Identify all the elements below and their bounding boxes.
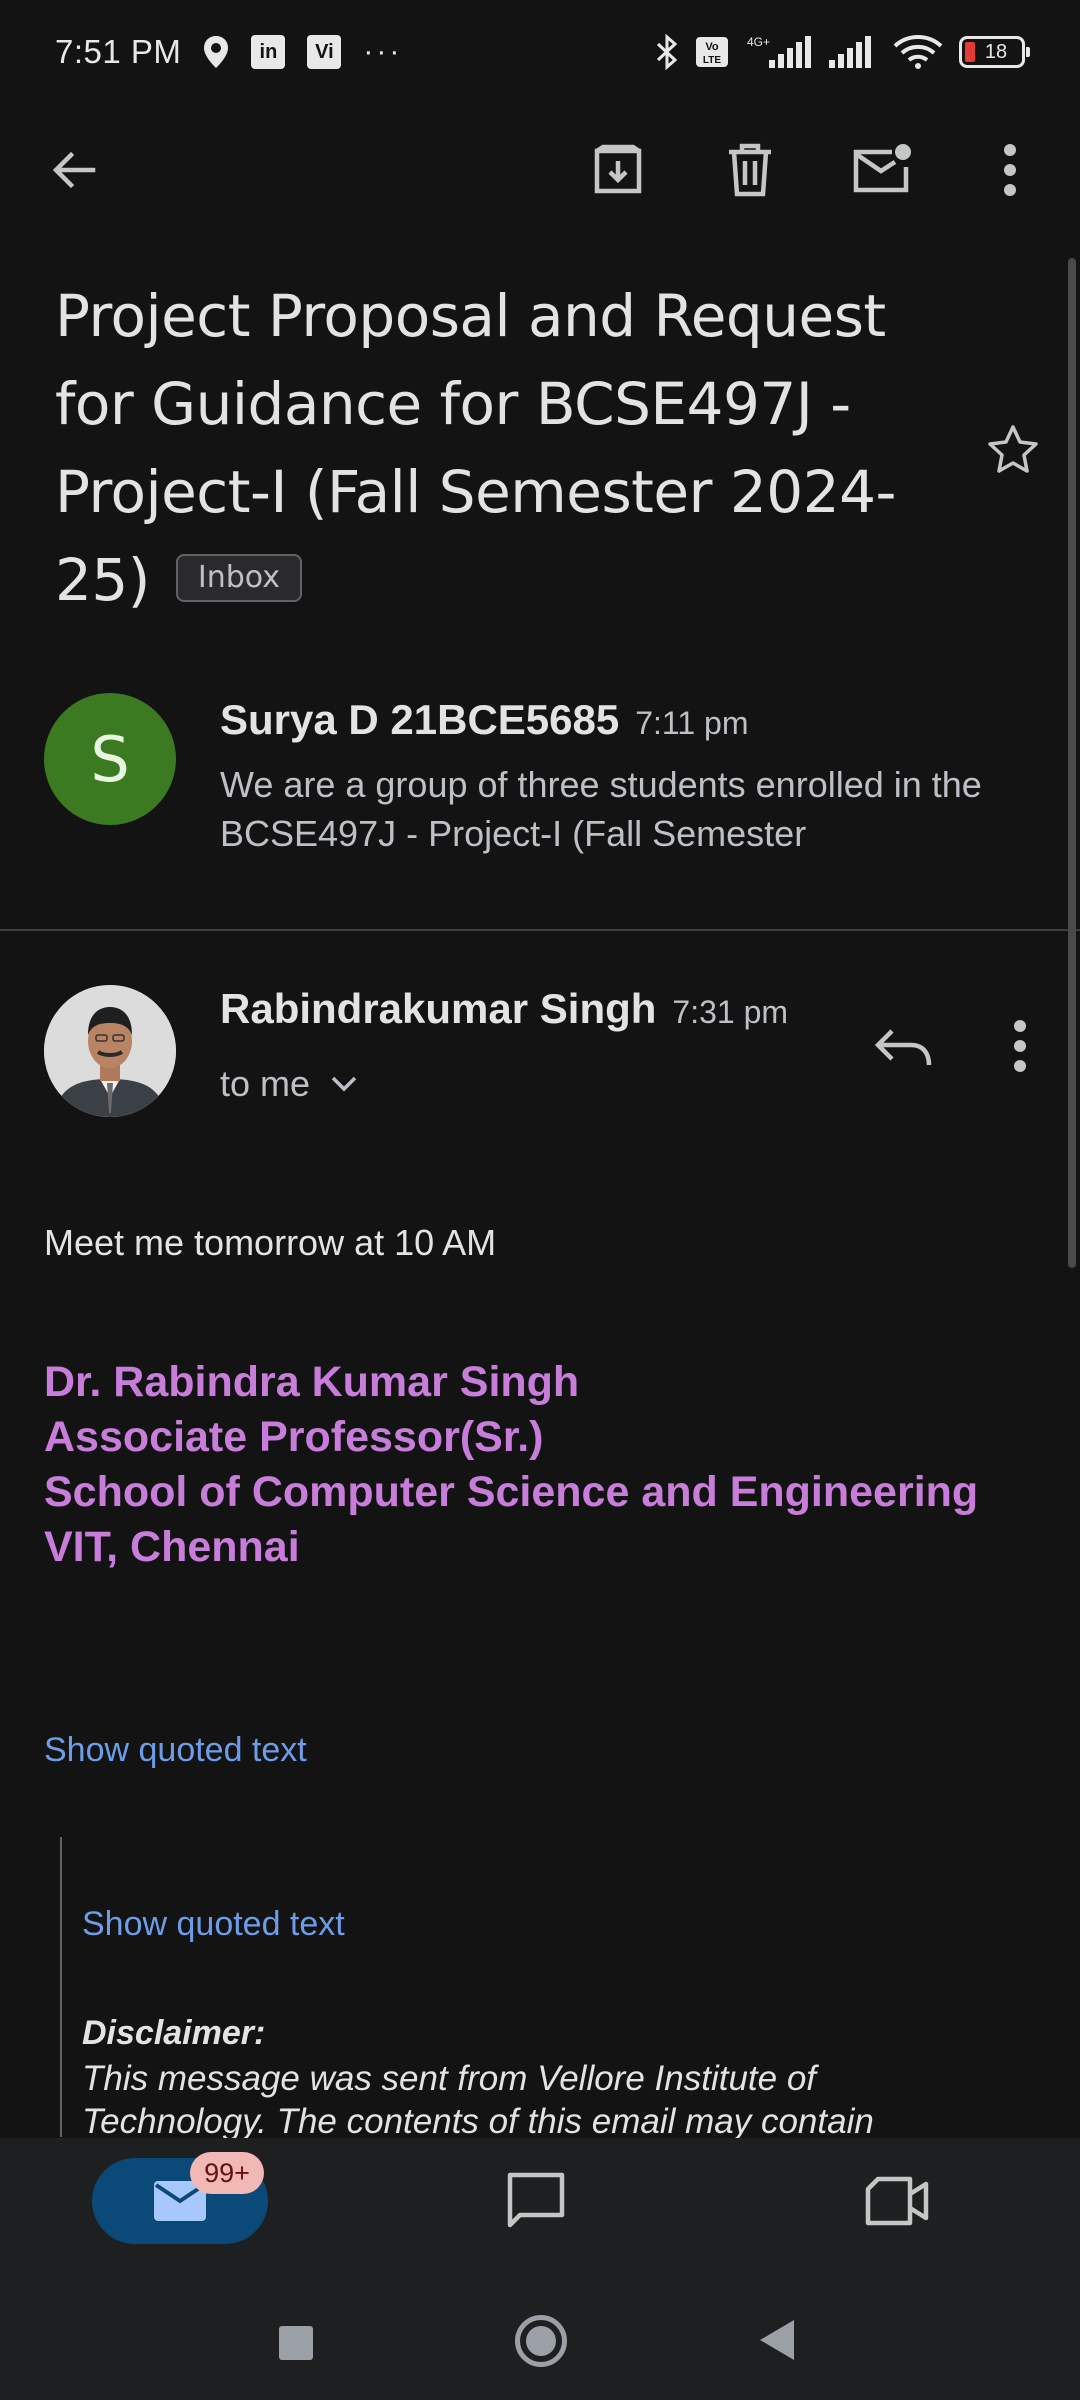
email-subject: Project Proposal and Request for Guidanc…	[55, 272, 955, 624]
message-time: 7:11 pm	[635, 705, 749, 741]
open-sender-name: Rabindrakumar Singh	[220, 985, 657, 1032]
show-quoted-text-link[interactable]: Show quoted text	[44, 1731, 307, 1770]
reply-icon	[874, 1029, 932, 1066]
collapsed-message-header: Surya D 21BCE5685 7:11 pm	[220, 696, 748, 744]
location-pin-icon	[204, 36, 229, 68]
show-quoted-text-link-nested[interactable]: Show quoted text	[82, 1905, 345, 1944]
system-navigation-bar	[0, 2290, 1080, 2400]
svg-text:Vo: Vo	[705, 41, 719, 53]
more-vert-icon	[1014, 1020, 1026, 1072]
nav-chat-tab[interactable]	[505, 2170, 575, 2240]
more-options-button[interactable]	[978, 138, 1042, 202]
chat-icon	[507, 2172, 565, 2228]
scrollbar[interactable]	[1068, 258, 1076, 1268]
signature-name: Dr. Rabindra Kumar Singh	[44, 1358, 580, 1406]
battery-level: 18	[984, 40, 1008, 63]
trash-icon	[729, 143, 771, 197]
bluetooth-icon	[656, 34, 678, 70]
mark-unread-button[interactable]	[850, 138, 914, 202]
svg-text:4G+: 4G+	[747, 35, 770, 49]
message-snippet: We are a group of three students enrolle…	[220, 764, 982, 854]
email-signature: Dr. Rabindra Kumar Singh Associate Profe…	[44, 1355, 978, 1575]
status-notification-icons: in Vi ···	[203, 35, 402, 69]
message-more-button[interactable]	[990, 1011, 1050, 1081]
signature-institution: VIT, Chennai	[44, 1523, 300, 1571]
bottom-navigation: 99+	[0, 2138, 1080, 2400]
signature-title: Associate Professor(Sr.)	[44, 1413, 544, 1461]
volte-icon: Vo LTE	[696, 37, 728, 67]
signature-department: School of Computer Science and Engineeri…	[44, 1468, 979, 1516]
unread-count-badge: 99+	[190, 2152, 264, 2194]
system-back-button[interactable]	[760, 2320, 794, 2360]
message-body: Meet me tomorrow at 10 AM	[44, 1222, 497, 1263]
svg-text:LTE: LTE	[703, 55, 721, 66]
more-notifications-icon: ···	[363, 35, 403, 68]
message-toolbar	[0, 120, 1080, 216]
reply-button[interactable]	[870, 1011, 940, 1081]
vi-app-icon: Vi	[307, 35, 342, 69]
inbox-label-chip[interactable]: Inbox	[175, 553, 302, 602]
person-photo-icon	[44, 985, 176, 1117]
sender-avatar: S	[44, 693, 176, 825]
battery-icon: 18	[959, 36, 1030, 68]
quote-border	[60, 1837, 62, 2137]
recipient-text: to me	[220, 1063, 311, 1104]
open-message-time: 7:31 pm	[672, 994, 789, 1030]
status-time: 7:51 PM	[55, 33, 182, 70]
star-icon	[988, 425, 1038, 473]
archive-icon	[594, 144, 642, 194]
mail-unread-icon	[853, 144, 911, 193]
open-message-sender-row: Rabindrakumar Singh 7:31 pm	[220, 985, 788, 1033]
sender-photo-avatar[interactable]	[44, 985, 176, 1117]
video-camera-icon	[865, 2176, 929, 2226]
status-system-icons: Vo LTE 4G+ 18	[655, 34, 1030, 70]
linkedin-icon: in	[251, 35, 286, 69]
archive-button[interactable]	[586, 138, 650, 202]
recipient-details-toggle[interactable]: to me	[220, 1063, 358, 1105]
signal-bars-icon	[829, 36, 871, 68]
message-divider	[0, 929, 1080, 931]
disclaimer-heading: Disclaimer:	[82, 2014, 266, 2052]
back-button[interactable]	[42, 138, 106, 202]
nav-meet-tab[interactable]	[864, 2170, 934, 2240]
delete-button[interactable]	[718, 138, 782, 202]
chevron-down-icon	[331, 1076, 357, 1092]
home-button[interactable]	[515, 2315, 567, 2367]
signal-4g-icon: 4G+	[747, 35, 811, 68]
more-vert-icon	[1004, 144, 1016, 196]
recents-button[interactable]	[279, 2326, 313, 2360]
arrow-back-icon	[52, 151, 96, 189]
open-message-header: Rabindrakumar Singh 7:31 pm to me	[0, 985, 1080, 1125]
star-button[interactable]	[984, 422, 1042, 480]
collapsed-message[interactable]: S Surya D 21BCE5685 7:11 pm We are a gro…	[0, 690, 1080, 930]
wifi-icon	[893, 35, 943, 69]
disclaimer-body: This message was sent from Vellore Insti…	[82, 2059, 874, 2141]
sender-name: Surya D 21BCE5685	[220, 696, 620, 743]
status-bar: 7:51 PM in Vi ··· Vo LTE 4G+ 18	[0, 0, 1080, 104]
